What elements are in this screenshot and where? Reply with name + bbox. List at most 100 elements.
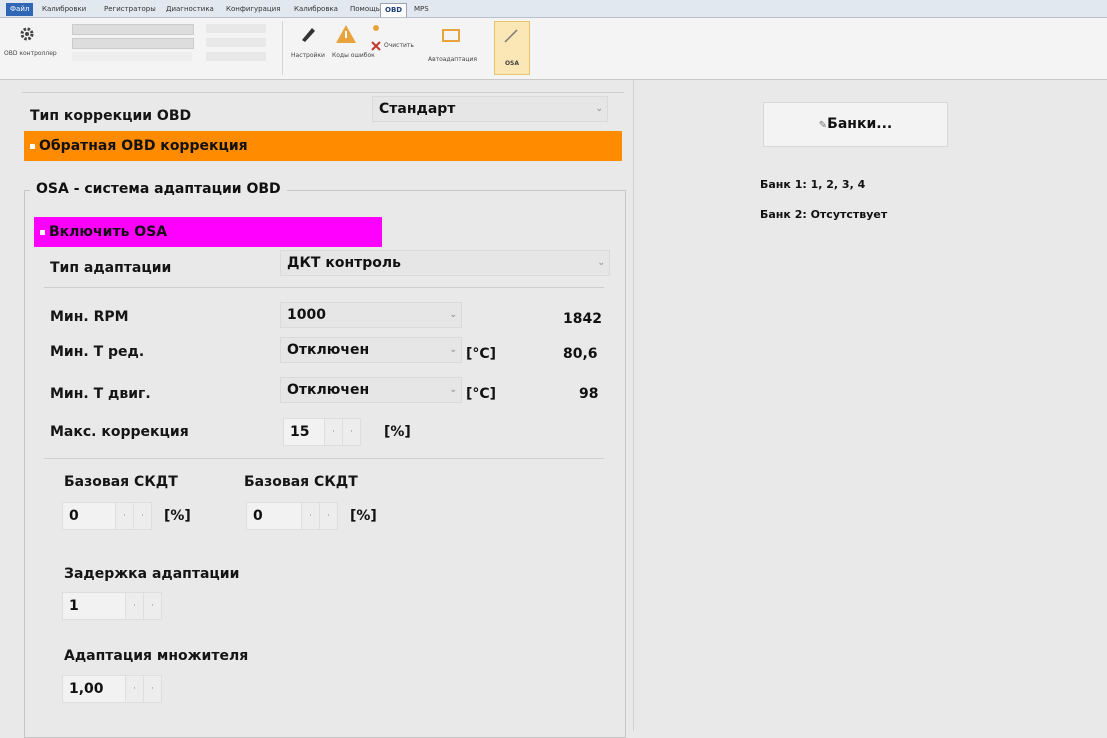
reverse-obd-correction-label: Обратная OBD коррекция: [39, 138, 248, 154]
info-line: [72, 52, 192, 61]
ribbon-toolbar: OBD контроллер Настройки Коды ошибок Очи…: [0, 18, 1107, 80]
mode-combo[interactable]: [72, 38, 194, 49]
correction-type-combo[interactable]: Стандарт ⌄: [372, 96, 608, 122]
tab-configuration[interactable]: Конфигурация: [222, 3, 284, 16]
checkbox-icon: [40, 229, 45, 235]
min-t-red-label: Мин. T ред.: [50, 344, 145, 360]
obd-controller-label[interactable]: OBD контроллер: [4, 50, 57, 57]
tab-calibration[interactable]: Калибровка: [290, 3, 342, 16]
adaptation-type-combo[interactable]: ДКТ контроль ⌄: [280, 250, 610, 276]
increment-button[interactable]: ·: [144, 592, 162, 620]
adaptation-type-label: Тип адаптации: [50, 260, 172, 276]
correction-type-value: Стандарт: [379, 101, 456, 117]
decrement-button[interactable]: ·: [302, 502, 320, 530]
min-t-red-combo[interactable]: Отключен ⌄: [280, 337, 462, 363]
base-skdt-label-1: Базовая СКДТ: [64, 474, 178, 490]
osa-label: OSA: [504, 60, 520, 67]
adaptation-delay-value[interactable]: 1: [62, 592, 126, 620]
min-t-eng-value: Отключен: [287, 382, 370, 398]
chevron-down-icon: ⌄: [449, 385, 457, 395]
tab-file[interactable]: Файл: [6, 3, 34, 16]
enable-osa-checkbox[interactable]: Включить OSA: [34, 217, 382, 247]
tab-help[interactable]: Помощь: [346, 3, 384, 16]
base-skdt-unit-1: [%]: [164, 508, 191, 524]
min-rpm-combo[interactable]: 1000 ⌄: [280, 302, 462, 328]
multiplier-adaptation-label: Адаптация множителя: [64, 648, 249, 664]
divider: [22, 92, 624, 93]
base-skdt-value-2[interactable]: 0: [246, 502, 302, 530]
decrement-button[interactable]: ·: [126, 675, 144, 703]
base-skdt-value-1[interactable]: 0: [62, 502, 116, 530]
osa-button[interactable]: OSA: [494, 21, 530, 75]
profile-combo[interactable]: [72, 24, 194, 35]
tab-registrators[interactable]: Регистраторы: [100, 3, 160, 16]
multiplier-adaptation-value[interactable]: 1,00: [62, 675, 126, 703]
adaptation-delay-label: Задержка адаптации: [64, 566, 240, 582]
min-rpm-value: 1000: [287, 307, 326, 323]
clear-label[interactable]: Очистить: [384, 42, 414, 49]
increment-button[interactable]: ·: [144, 675, 162, 703]
base-skdt-label-2: Базовая СКДТ: [244, 474, 358, 490]
decrement-button[interactable]: ·: [126, 592, 144, 620]
autoadapt-label[interactable]: Автоадаптация: [428, 56, 477, 63]
banks-button-label: Банки...: [827, 116, 893, 132]
increment-button[interactable]: ·: [134, 502, 152, 530]
increment-button[interactable]: ·: [343, 418, 361, 446]
min-rpm-label: Мин. RPM: [50, 309, 129, 325]
ribbon-tabs: Файл Калибровки Регистраторы Диагностика…: [0, 0, 1107, 18]
base-skdt-spinbox-1[interactable]: 0 · ·: [62, 502, 152, 530]
min-t-red-value: Отключен: [287, 342, 370, 358]
ribbon-separator: [282, 21, 283, 75]
min-t-red-unit: [°C]: [466, 346, 497, 362]
min-t-eng-label: Мин. T двиг.: [50, 386, 151, 402]
multiplier-adaptation-spinbox[interactable]: 1,00 · ·: [62, 675, 162, 703]
settings-label[interactable]: Настройки: [286, 52, 330, 59]
divider: [44, 287, 604, 288]
bank-2-info: Банк 2: Отсутствует: [760, 208, 888, 221]
osa-group-title: OSA - система адаптации OBD: [30, 181, 287, 197]
base-skdt-spinbox-2[interactable]: 0 · ·: [246, 502, 338, 530]
min-t-eng-unit: [°C]: [466, 386, 497, 402]
update-button[interactable]: [206, 24, 266, 33]
decrement-button[interactable]: ·: [116, 502, 134, 530]
min-rpm-current: 1842: [563, 311, 602, 327]
reverse-obd-correction-checkbox[interactable]: Обратная OBD коррекция: [24, 131, 622, 161]
tab-diagnostics[interactable]: Диагностика: [162, 3, 218, 16]
tab-obd[interactable]: OBD: [380, 3, 408, 17]
increment-button[interactable]: ·: [320, 502, 338, 530]
checkbox-icon: [30, 143, 35, 149]
tab-calibrations[interactable]: Калибровки: [38, 3, 90, 16]
tab-mps[interactable]: MPS: [410, 3, 433, 16]
divider: [44, 458, 604, 459]
gear-icon[interactable]: [14, 22, 40, 46]
enable-osa-label: Включить OSA: [49, 224, 168, 240]
read-icon[interactable]: [370, 22, 382, 34]
adaptation-delay-spinbox[interactable]: 1 · ·: [62, 592, 162, 620]
pencil-icon: ✎: [818, 120, 828, 131]
autoadapt-icon[interactable]: [440, 22, 462, 46]
clear-icon[interactable]: [370, 40, 382, 52]
correction-type-label: Тип коррекции OBD: [30, 108, 192, 124]
bank-1-info: Банк 1: 1, 2, 3, 4: [760, 178, 866, 191]
max-correction-spinbox[interactable]: 15 · ·: [283, 418, 361, 446]
decrement-button[interactable]: ·: [325, 418, 343, 446]
banks-button[interactable]: ✎Банки...: [763, 102, 948, 147]
chart-icon: [503, 28, 519, 46]
codes-label[interactable]: Коды ошибок: [332, 52, 375, 59]
chevron-down-icon: ⌄: [449, 310, 457, 320]
min-t-eng-current: 98: [579, 386, 599, 402]
option-button-2[interactable]: [206, 52, 266, 61]
chevron-down-icon: ⌄: [597, 258, 605, 268]
max-correction-unit: [%]: [384, 424, 411, 440]
base-skdt-unit-2: [%]: [350, 508, 377, 524]
brush-icon[interactable]: [296, 22, 320, 46]
min-t-red-current: 80,6: [563, 346, 598, 362]
max-correction-label: Макс. коррекция: [50, 424, 189, 440]
chevron-down-icon: ⌄: [595, 104, 603, 114]
max-correction-value[interactable]: 15: [283, 418, 325, 446]
adaptation-type-value: ДКТ контроль: [287, 255, 401, 271]
option-button[interactable]: [206, 38, 266, 47]
warning-icon[interactable]: [334, 22, 358, 46]
min-t-eng-combo[interactable]: Отключен ⌄: [280, 377, 462, 403]
chevron-down-icon: ⌄: [449, 345, 457, 355]
